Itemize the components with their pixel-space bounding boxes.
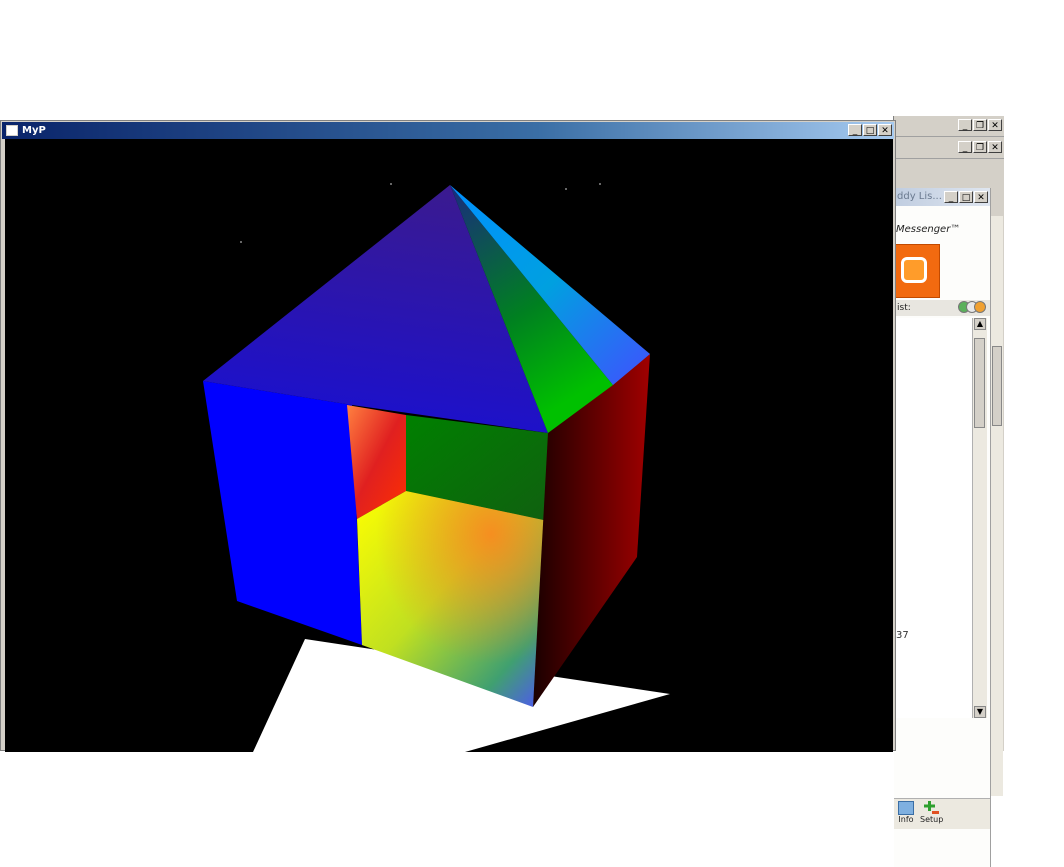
3d-scene — [203, 183, 670, 752]
setup-label: Setup — [920, 815, 944, 824]
minimize-button[interactable]: _ — [944, 191, 958, 203]
close-button[interactable]: ✕ — [878, 124, 892, 136]
messenger-brand: Messenger™ — [896, 224, 961, 235]
background-window-stack: _ ❐ ✕ _ ❐ ✕ ddy Lis... _ □ ✕ Messenger™ … — [893, 116, 1004, 867]
restore-button[interactable]: ❐ — [973, 119, 987, 131]
close-button[interactable]: ✕ — [988, 119, 1002, 131]
close-button[interactable]: ✕ — [974, 191, 988, 203]
info-icon — [898, 801, 914, 815]
close-button[interactable]: ✕ — [988, 141, 1002, 153]
minimize-button[interactable]: _ — [958, 119, 972, 131]
messenger-toolbar: Info Setup — [894, 798, 990, 829]
star — [565, 188, 567, 190]
banner-logo-icon — [901, 257, 927, 283]
main-window-titlebar[interactable]: MyP _ □ ✕ — [2, 122, 894, 139]
add-contact-icon — [923, 801, 940, 815]
buddy-list-number: 37 — [896, 630, 909, 641]
window-title: MyP — [22, 125, 46, 136]
background-window-titlebar-1: _ ❐ ✕ — [894, 116, 1004, 137]
messenger-banner[interactable] — [894, 244, 940, 298]
status-circles-icon[interactable] — [958, 301, 986, 313]
status-orange-icon — [974, 301, 986, 313]
scrollbar-thumb[interactable] — [974, 338, 985, 428]
info-label: Info — [898, 815, 914, 824]
buddy-list-label: ist: — [897, 303, 911, 313]
window-icon — [6, 125, 18, 136]
star — [599, 183, 601, 185]
minimize-button[interactable]: _ — [958, 141, 972, 153]
background-window-1-controls: _ ❐ ✕ — [958, 119, 1002, 131]
maximize-button[interactable]: □ — [959, 191, 973, 203]
restore-button[interactable]: ❐ — [973, 141, 987, 153]
background-window-2-controls: _ ❐ ✕ — [958, 141, 1002, 153]
messenger-title: ddy Lis... — [897, 191, 942, 202]
main-window-controls: _ □ ✕ — [848, 124, 892, 136]
buddy-list-header: ist: — [894, 300, 990, 316]
main-window: MyP _ □ ✕ — [0, 120, 896, 752]
background-window-titlebar-2: _ ❐ ✕ — [894, 138, 1004, 159]
setup-button[interactable]: Setup — [920, 801, 943, 824]
background-window-scrollbar[interactable] — [990, 216, 1003, 796]
scroll-up-arrow-icon[interactable]: ▲ — [974, 318, 986, 330]
buddy-list[interactable]: 37 — [894, 318, 974, 718]
info-button[interactable]: Info — [898, 801, 914, 824]
maximize-button[interactable]: □ — [863, 124, 877, 136]
messenger-window: ddy Lis... _ □ ✕ Messenger™ ist: 37 ▲ ▼ — [894, 188, 991, 867]
house-left-wall — [203, 381, 362, 645]
star — [240, 241, 242, 243]
minimize-button[interactable]: _ — [848, 124, 862, 136]
star — [390, 183, 392, 185]
scroll-down-arrow-icon[interactable]: ▼ — [974, 706, 986, 718]
messenger-titlebar: ddy Lis... _ □ ✕ — [894, 188, 990, 206]
messenger-window-controls: _ □ ✕ — [944, 191, 988, 203]
3d-viewport[interactable] — [5, 139, 893, 752]
buddy-list-scrollbar[interactable]: ▲ ▼ — [972, 318, 987, 718]
scrollbar-thumb[interactable] — [992, 346, 1002, 426]
